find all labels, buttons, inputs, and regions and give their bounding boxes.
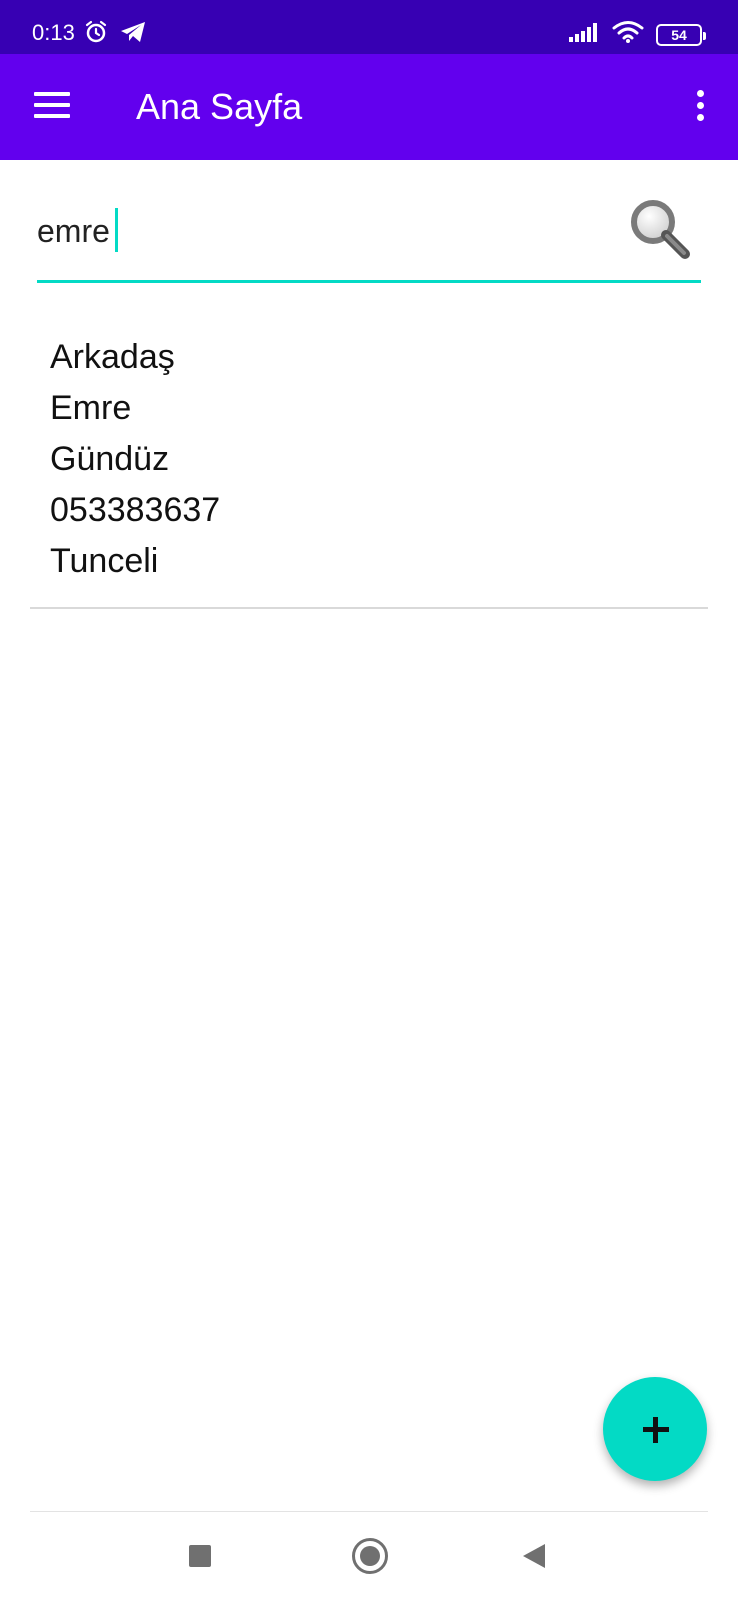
back-icon[interactable] <box>523 1544 545 1568</box>
status-bar: 0:13 54 <box>0 0 738 54</box>
add-contact-button[interactable] <box>603 1377 707 1481</box>
status-time: 0:13 <box>32 20 75 45</box>
status-right-icons: 54 <box>568 20 706 49</box>
hamburger-menu-icon[interactable] <box>34 92 70 120</box>
search-input[interactable] <box>37 208 617 254</box>
app-bar: Ana Sayfa <box>0 54 738 160</box>
signal-icon <box>568 22 600 47</box>
recent-apps-icon[interactable] <box>189 1545 211 1567</box>
contact-last-name: Gündüz <box>50 440 170 478</box>
more-vertical-icon[interactable] <box>692 90 708 122</box>
text-cursor <box>115 208 118 252</box>
contact-list-item[interactable]: Arkadaş Emre Gündüz 053383637 Tunceli <box>30 332 708 610</box>
home-icon[interactable] <box>352 1538 388 1574</box>
battery-icon: 54 <box>656 23 706 46</box>
battery-level: 54 <box>671 26 687 43</box>
search-underline <box>37 280 701 283</box>
list-divider <box>30 607 708 609</box>
contact-first-name: Emre <box>50 389 132 427</box>
search-bar <box>37 186 701 286</box>
contact-city: Tunceli <box>50 542 159 580</box>
contact-phone: 053383637 <box>50 491 221 529</box>
alarm-icon <box>84 20 108 49</box>
telegram-icon <box>120 21 146 48</box>
status-left-icons <box>84 20 146 49</box>
contact-group: Arkadaş <box>50 338 175 376</box>
page-title: Ana Sayfa <box>136 86 303 127</box>
search-icon[interactable] <box>627 196 693 262</box>
wifi-icon <box>612 20 644 49</box>
